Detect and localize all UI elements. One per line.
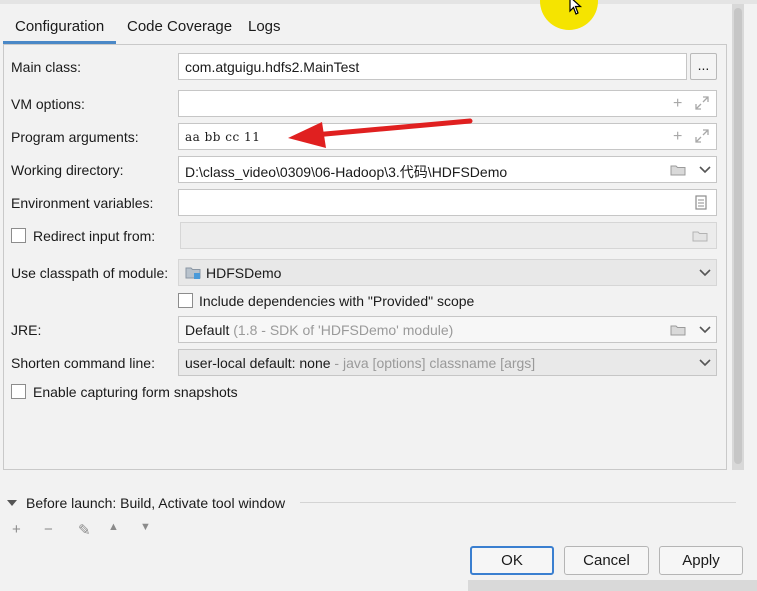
cancel-button[interactable]: Cancel (564, 546, 649, 575)
main-class-value: com.atguigu.hdfs2.MainTest (185, 59, 360, 75)
tab-logs[interactable]: Logs (236, 10, 293, 44)
folder-icon[interactable] (692, 230, 708, 242)
tab-code-coverage[interactable]: Code Coverage (115, 10, 244, 44)
environment-variables-field[interactable] (178, 189, 717, 216)
redirect-input-field[interactable] (180, 222, 717, 249)
before-launch-label[interactable]: Before launch: Build, Activate tool wind… (26, 495, 285, 511)
module-icon (185, 267, 201, 279)
shorten-command-line-value-main: user-local default: none (185, 355, 331, 371)
classpath-module-label: Use classpath of module: (11, 265, 169, 281)
capture-snapshots-label: Enable capturing form snapshots (33, 384, 238, 400)
environment-variables-label: Environment variables: (11, 195, 154, 211)
include-dependencies-label: Include dependencies with "Provided" sco… (199, 293, 475, 309)
window-top-edge (0, 0, 757, 4)
jre-value: Default (1.8 - SDK of 'HDFSDemo' module) (185, 322, 453, 338)
apply-button[interactable]: Apply (659, 546, 743, 575)
working-directory-field[interactable]: D:\class_video\0309\06-Hadoop\3.代码\HDFSD… (178, 156, 717, 183)
redirect-input-label: Redirect input from: (33, 228, 156, 244)
status-bar-fragment (468, 580, 757, 591)
main-class-label: Main class: (11, 59, 82, 75)
chevron-down-icon[interactable] (699, 165, 711, 175)
shorten-command-line-label: Shorten command line: (11, 355, 155, 371)
jre-select[interactable]: Default (1.8 - SDK of 'HDFSDemo' module) (178, 316, 717, 343)
chevron-down-icon[interactable] (699, 358, 711, 368)
shorten-command-line-select[interactable]: user-local default: none - java [options… (178, 349, 717, 376)
classpath-module-value: HDFSDemo (206, 265, 282, 281)
before-launch-separator (300, 502, 736, 503)
program-arguments-value: aa bb cc 11 (185, 130, 261, 144)
classpath-module-select[interactable]: HDFSDemo (178, 259, 717, 286)
redirect-input-checkbox[interactable] (11, 228, 26, 243)
capture-snapshots-checkbox[interactable] (11, 384, 26, 399)
jre-value-hint: (1.8 - SDK of 'HDFSDemo' module) (229, 322, 454, 338)
program-arguments-label: Program arguments: (11, 129, 139, 145)
add-task-icon[interactable]: + (12, 521, 21, 538)
shorten-command-line-hint: - java [options] classname [args] (330, 355, 536, 371)
document-icon[interactable] (695, 195, 707, 210)
move-up-icon[interactable]: ▲ (108, 521, 119, 533)
move-down-icon[interactable]: ▼ (140, 521, 151, 533)
ok-button[interactable]: OK (470, 546, 554, 575)
folder-icon[interactable] (670, 164, 686, 176)
include-dependencies-checkbox[interactable] (178, 293, 193, 308)
jre-label: JRE: (11, 322, 42, 338)
working-directory-label: Working directory: (11, 162, 124, 178)
shorten-command-line-value: user-local default: none - java [options… (185, 355, 535, 371)
collapse-triangle-icon[interactable] (6, 498, 18, 508)
add-icon[interactable]: + (673, 129, 682, 145)
expand-icon[interactable] (695, 96, 709, 110)
mouse-cursor-icon (569, 0, 583, 15)
main-class-field[interactable]: com.atguigu.hdfs2.MainTest (178, 53, 687, 80)
jre-value-main: Default (185, 322, 230, 338)
folder-icon[interactable] (670, 324, 686, 336)
working-directory-value: D:\class_video\0309\06-Hadoop\3.代码\HDFSD… (185, 164, 508, 180)
edit-task-icon[interactable]: ✎ (78, 521, 91, 539)
tab-configuration[interactable]: Configuration (3, 10, 117, 44)
remove-task-icon[interactable]: − (44, 521, 53, 538)
annotation-arrow (288, 118, 473, 148)
vm-options-label: VM options: (11, 96, 85, 112)
scrollbar-thumb[interactable] (734, 8, 742, 464)
browse-main-class-button[interactable]: ... (690, 53, 717, 80)
expand-icon[interactable] (695, 129, 709, 143)
chevron-down-icon[interactable] (699, 268, 711, 278)
add-icon[interactable]: + (673, 96, 682, 112)
chevron-down-icon[interactable] (699, 325, 711, 335)
